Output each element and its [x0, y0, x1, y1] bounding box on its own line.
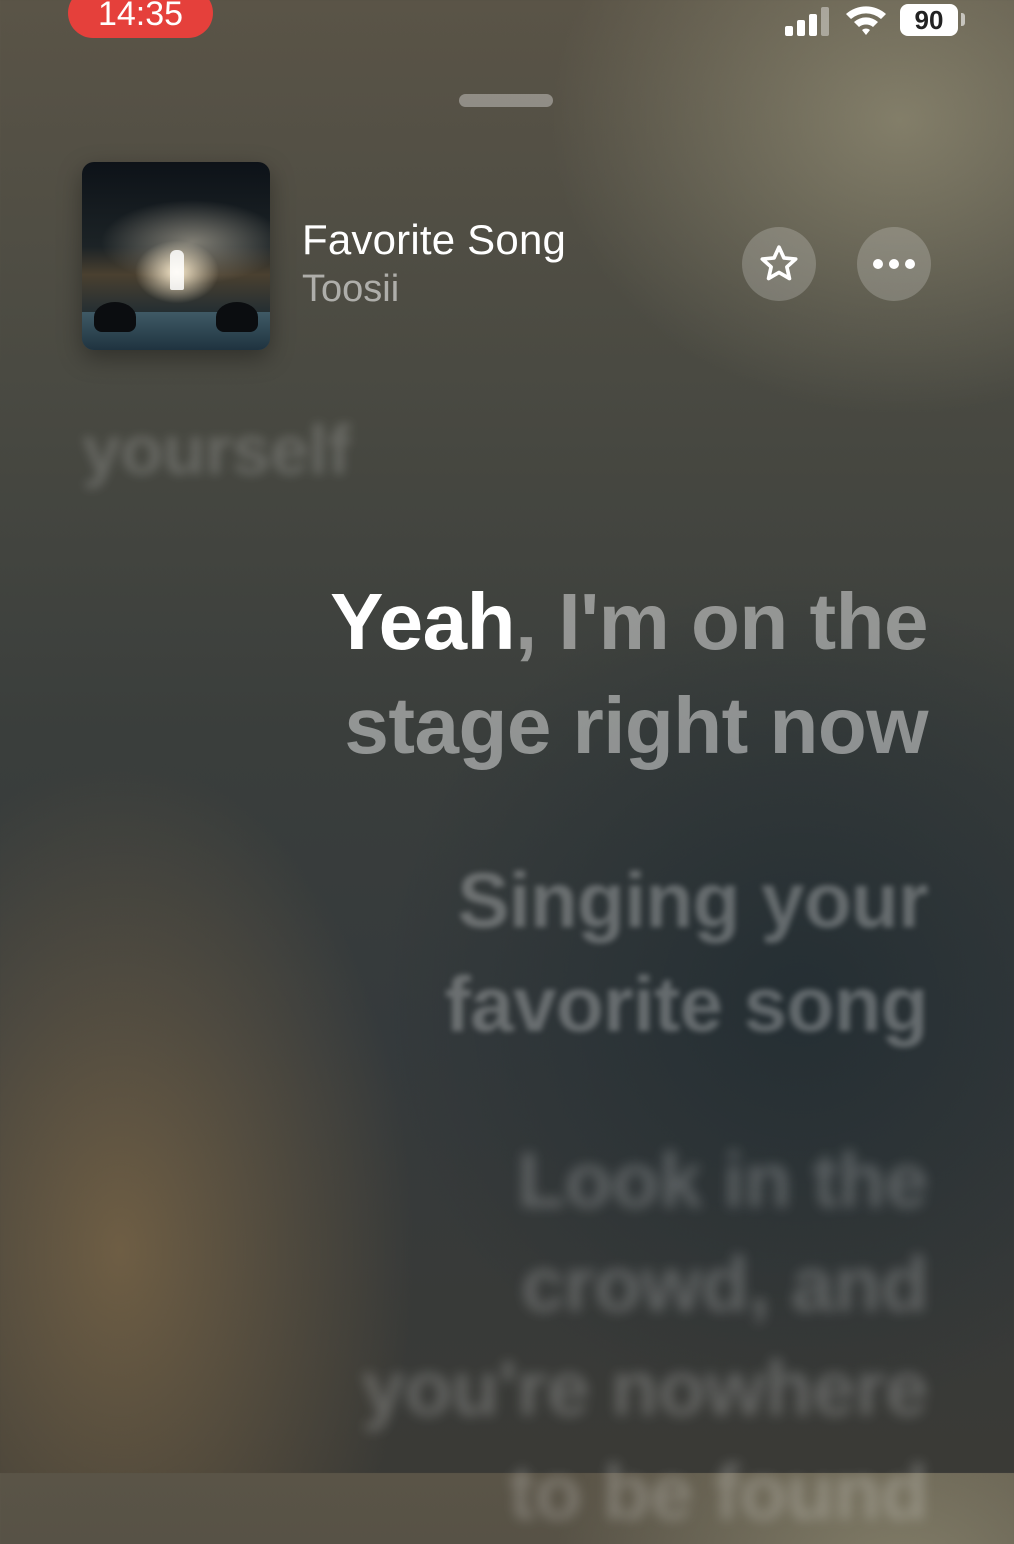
more-options-button[interactable] — [857, 227, 931, 301]
lyric-next-line-2: favorite song — [444, 960, 929, 1048]
favorite-button[interactable] — [742, 227, 816, 301]
status-bar: 14:35 90 — [0, 0, 1014, 50]
battery-icon: 90 — [900, 4, 958, 36]
lyric-previous-line[interactable]: yourself — [82, 410, 351, 490]
lyric-following-line-1: Look in the — [517, 1136, 929, 1224]
lyric-following-line-3: you're nowhere — [361, 1344, 929, 1432]
lyric-following-line-2: crowd, and — [521, 1240, 928, 1328]
lyric-current-line-2: stage right now — [344, 681, 928, 770]
ellipsis-icon — [873, 259, 915, 269]
lyric-next-line-1: Singing your — [457, 856, 928, 944]
album-art-speaker-left — [94, 302, 136, 332]
lyric-following-line-4: to be found — [508, 1448, 929, 1536]
status-time[interactable]: 14:35 — [68, 0, 213, 38]
lyric-current-rest: , I'm on the — [514, 577, 929, 666]
lyric-current-line[interactable]: Yeah, I'm on the stage right now — [330, 570, 928, 778]
lyric-following-line[interactable]: Look in the crowd, and you're nowhere to… — [361, 1128, 929, 1544]
lyric-next-line[interactable]: Singing your favorite song — [444, 848, 929, 1056]
signal-icon — [785, 7, 829, 36]
wifi-icon — [846, 6, 886, 35]
lyric-current-line-1: Yeah, I'm on the — [330, 570, 928, 674]
battery-nub — [961, 13, 965, 26]
lyric-sung-word: Yeah — [330, 577, 515, 666]
sheet-grabber[interactable] — [459, 94, 553, 107]
song-title[interactable]: Favorite Song — [302, 216, 566, 264]
star-icon — [760, 245, 798, 281]
album-art-figure — [170, 250, 184, 290]
album-art[interactable] — [82, 162, 270, 350]
song-artist[interactable]: Toosii — [302, 268, 399, 311]
album-art-speaker-right — [216, 302, 258, 332]
